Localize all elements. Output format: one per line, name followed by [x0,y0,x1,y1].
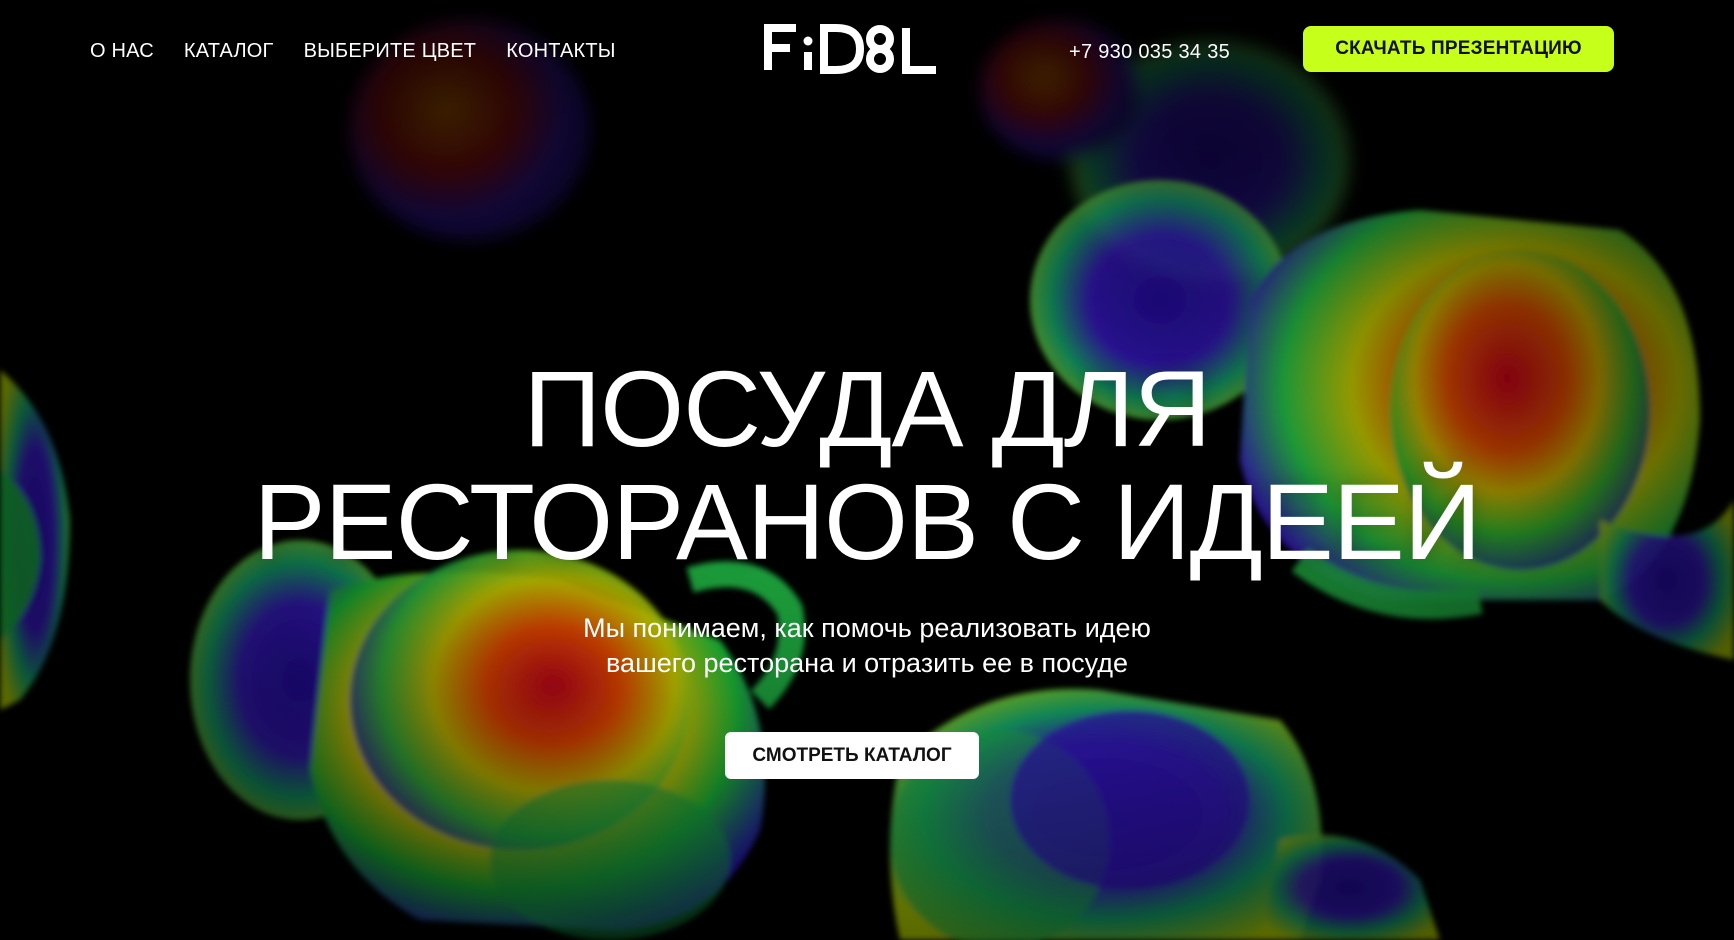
hero-headline-line-2: РЕСТОРАНОВ С ИДЕЕЙ [253,461,1482,582]
hero-subtitle: Мы понимаем, как помочь реализовать идею… [0,611,1734,681]
phone-link[interactable]: +7 930 035 34 35 [1069,39,1230,65]
hero-headline: ПОСУДА ДЛЯ РЕСТОРАНОВ С ИДЕЕЙ [0,352,1734,578]
hero-subtitle-line-2: вашего ресторана и отразить ее в посуде [606,648,1128,678]
hero-subtitle-line-1: Мы понимаем, как помочь реализовать идею [583,613,1151,643]
hero-headline-line-1: ПОСУДА ДЛЯ [523,348,1212,469]
nav-link-about[interactable]: О НАС [90,38,154,64]
view-catalog-button[interactable]: СМОТРЕТЬ КАТАЛОГ [725,732,979,779]
fidel-logo[interactable] [760,22,942,74]
nav-link-catalog[interactable]: КАТАЛОГ [184,38,274,64]
nav-link-choose-color[interactable]: ВЫБЕРИТЕ ЦВЕТ [304,38,477,64]
nav-link-contacts[interactable]: КОНТАКТЫ [506,38,616,64]
hero-section: О НАС КАТАЛОГ ВЫБЕРИТЕ ЦВЕТ КОНТАКТЫ +7 … [0,0,1734,940]
main-nav: О НАС КАТАЛОГ ВЫБЕРИТЕ ЦВЕТ КОНТАКТЫ [90,38,646,64]
download-presentation-button[interactable]: СКАЧАТЬ ПРЕЗЕНТАЦИЮ [1303,26,1614,72]
